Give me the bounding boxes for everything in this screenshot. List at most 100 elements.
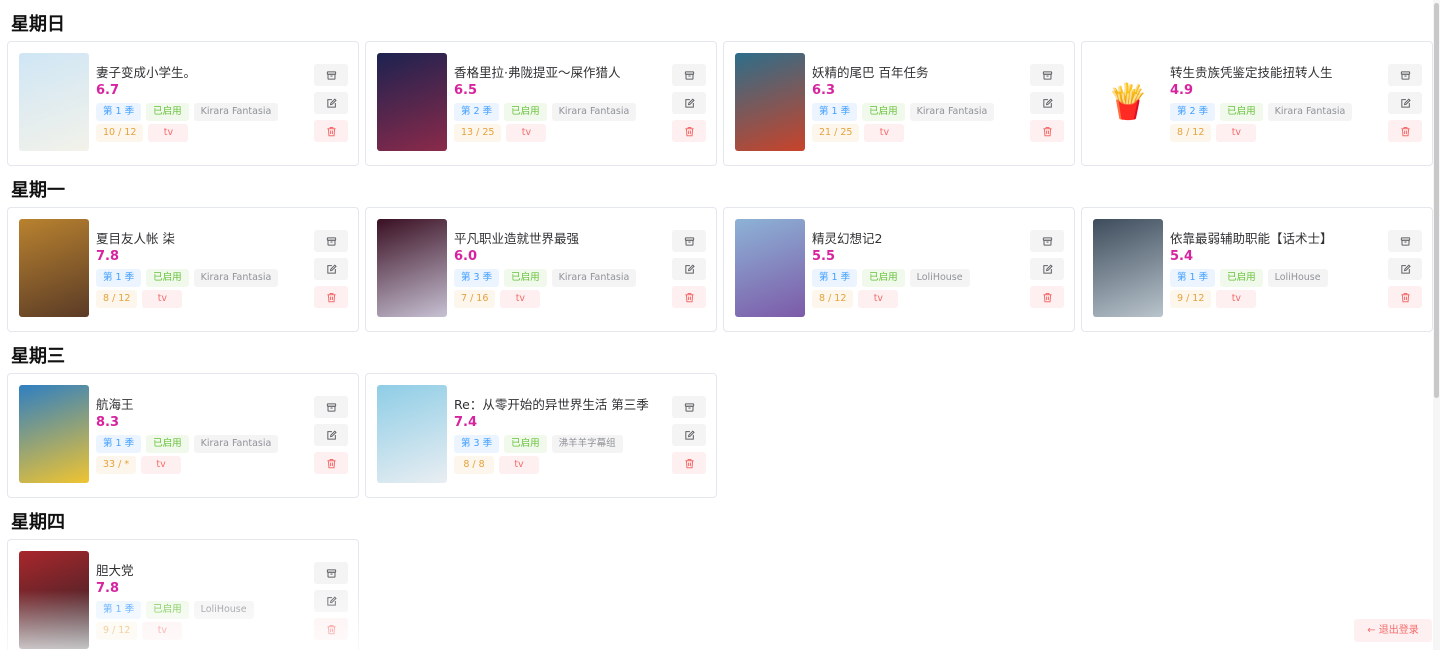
- anime-card: 精灵幻想记2 5.5 第 1 季已启用 LoliHouse 8 / 12 tv: [723, 207, 1075, 332]
- anime-poster[interactable]: [377, 53, 447, 151]
- edit-button[interactable]: [1030, 92, 1064, 114]
- delete-button[interactable]: [314, 618, 348, 640]
- anime-poster[interactable]: [19, 385, 89, 483]
- logout-label: 退出登录: [1378, 625, 1419, 636]
- schedule-content: 星期日 妻子变成小学生。 6.7 第 1 季已启用 Kirara Fantasia 10 …: [0, 0, 1433, 650]
- episode-progress-tag: 8 / 8: [454, 456, 494, 474]
- edit-button[interactable]: [314, 258, 348, 280]
- edit-icon: [684, 429, 695, 441]
- anime-title[interactable]: 夏目友人帐 柒: [96, 230, 308, 247]
- edit-button[interactable]: [672, 92, 706, 114]
- tag-row: 8 / 12 tv: [96, 290, 308, 308]
- archive-button[interactable]: [314, 230, 348, 252]
- archive-icon: [684, 236, 695, 247]
- archive-button[interactable]: [1030, 230, 1064, 252]
- anime-title[interactable]: 胆大党: [96, 562, 308, 579]
- anime-title[interactable]: 平凡职业造就世界最强: [454, 230, 666, 247]
- archive-button[interactable]: [672, 64, 706, 86]
- anime-title[interactable]: 香格里拉·弗陇提亚～屎作猎人: [454, 64, 666, 81]
- delete-button[interactable]: [1388, 286, 1422, 308]
- archive-icon: [326, 402, 337, 413]
- anime-score: 6.3: [812, 83, 836, 98]
- card-actions: [1388, 230, 1422, 314]
- anime-poster[interactable]: 🍟: [1093, 53, 1163, 151]
- archive-button[interactable]: [672, 396, 706, 418]
- type-tag: tv: [1216, 290, 1257, 308]
- anime-info: 夏目友人帐 柒 7.8 第 1 季已启用 Kirara Fantasia 8 / 12 t…: [96, 230, 308, 308]
- logout-button[interactable]: ← 退出登录: [1354, 619, 1432, 642]
- anime-title[interactable]: 航海王: [96, 396, 308, 413]
- anime-poster[interactable]: [1093, 219, 1163, 317]
- edit-button[interactable]: [314, 92, 348, 114]
- type-tag: tv: [142, 622, 183, 640]
- archive-icon: [1042, 236, 1053, 247]
- anime-poster[interactable]: [19, 53, 89, 151]
- trash-icon: [1400, 292, 1411, 303]
- delete-button[interactable]: [1030, 120, 1064, 142]
- delete-button[interactable]: [1030, 286, 1064, 308]
- anime-poster[interactable]: [377, 385, 447, 483]
- archive-icon: [684, 402, 695, 413]
- day-title: 星期四: [11, 512, 65, 533]
- anime-title[interactable]: 转生贵族凭鉴定技能扭转人生: [1170, 64, 1382, 81]
- archive-icon: [684, 70, 695, 81]
- tag-row: 第 1 季已启用 Kirara Fantasia: [96, 103, 308, 121]
- trash-icon: [684, 126, 695, 137]
- delete-button[interactable]: [314, 120, 348, 142]
- edit-icon: [1400, 97, 1411, 109]
- delete-button[interactable]: [672, 120, 706, 142]
- archive-button[interactable]: [314, 562, 348, 584]
- archive-button[interactable]: [1030, 64, 1064, 86]
- anime-title[interactable]: 精灵幻想记2: [812, 230, 1024, 247]
- edit-button[interactable]: [314, 590, 348, 612]
- anime-title[interactable]: 妻子变成小学生。: [96, 64, 308, 81]
- anime-card: 胆大党 7.8 第 1 季已启用 LoliHouse 9 / 12 tv: [7, 539, 359, 650]
- delete-button[interactable]: [672, 452, 706, 474]
- edit-button[interactable]: [314, 424, 348, 446]
- edit-icon: [326, 595, 337, 607]
- edit-button[interactable]: [672, 424, 706, 446]
- episode-progress-tag: 13 / 25: [454, 124, 502, 142]
- anime-poster[interactable]: [19, 219, 89, 317]
- edit-button[interactable]: [1388, 258, 1422, 280]
- trash-icon: [684, 292, 695, 303]
- archive-button[interactable]: [314, 64, 348, 86]
- trash-icon: [1400, 126, 1411, 137]
- status-tag: 已启用: [862, 103, 905, 121]
- tag-row: 第 1 季已启用 Kirara Fantasia: [96, 435, 308, 453]
- trash-icon: [326, 292, 337, 303]
- tag-row: 10 / 12 tv: [96, 124, 308, 142]
- archive-button[interactable]: [314, 396, 348, 418]
- season-tag: 第 1 季: [96, 103, 142, 121]
- anime-title[interactable]: 妖精的尾巴 百年任务: [812, 64, 1024, 81]
- edit-button[interactable]: [1388, 92, 1422, 114]
- scrollbar-thumb[interactable]: [1434, 3, 1439, 398]
- archive-button[interactable]: [1388, 64, 1422, 86]
- episode-progress-tag: 21 / 25: [812, 124, 860, 142]
- scrollbar[interactable]: [1433, 0, 1440, 650]
- anime-info: Re：从零开始的异世界生活 第三季 7.4 第 3 季已启用 沸羊羊字幕组 8 / 8 t…: [454, 396, 666, 474]
- delete-button[interactable]: [672, 286, 706, 308]
- anime-poster[interactable]: [735, 53, 805, 151]
- anime-title[interactable]: 依靠最弱辅助职能【话术士】: [1170, 230, 1382, 247]
- type-tag: tv: [148, 124, 189, 142]
- card-actions: [314, 562, 348, 646]
- episode-progress-tag: 10 / 12: [96, 124, 144, 142]
- delete-button[interactable]: [314, 452, 348, 474]
- season-tag: 第 1 季: [812, 103, 858, 121]
- anime-poster[interactable]: [377, 219, 447, 317]
- anime-score: 6.0: [454, 249, 478, 264]
- archive-button[interactable]: [672, 230, 706, 252]
- tag-row: 第 1 季已启用 Kirara Fantasia: [812, 103, 1024, 121]
- archive-icon: [326, 70, 337, 81]
- anime-poster[interactable]: [735, 219, 805, 317]
- delete-button[interactable]: [314, 286, 348, 308]
- anime-title[interactable]: Re：从零开始的异世界生活 第三季: [454, 396, 666, 413]
- anime-poster[interactable]: [19, 551, 89, 649]
- archive-button[interactable]: [1388, 230, 1422, 252]
- edit-button[interactable]: [672, 258, 706, 280]
- edit-button[interactable]: [1030, 258, 1064, 280]
- tag-row: 8 / 8 tv: [454, 456, 666, 474]
- delete-button[interactable]: [1388, 120, 1422, 142]
- anime-card: 依靠最弱辅助职能【话术士】 5.4 第 1 季已启用 LoliHouse 9 / 12 t…: [1081, 207, 1433, 332]
